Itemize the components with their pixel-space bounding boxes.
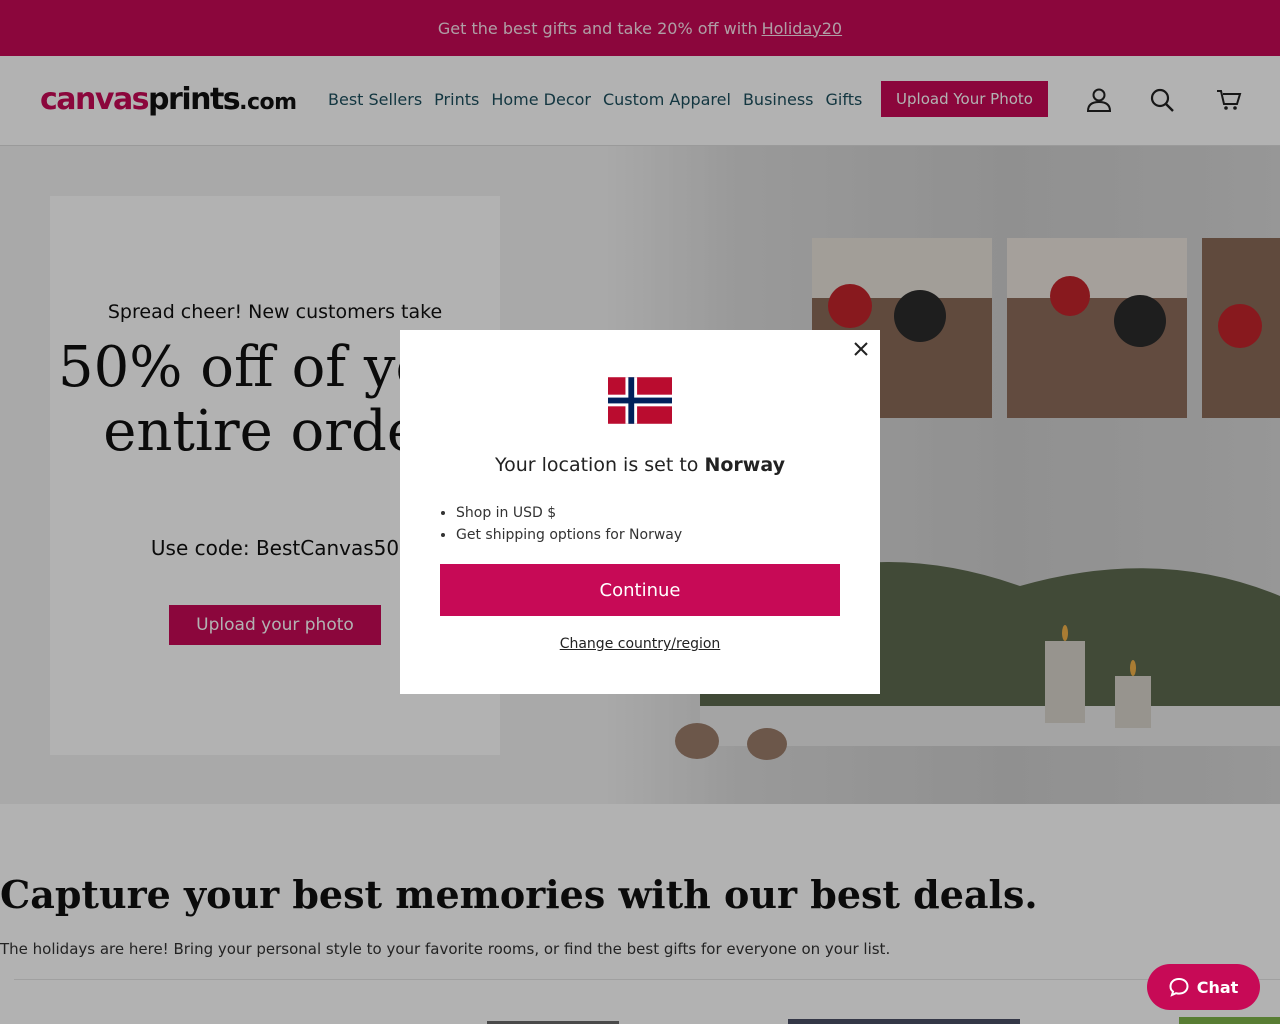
benefit-currency: Shop in USD $ [456,502,682,524]
chat-button[interactable]: Chat [1147,964,1260,1010]
norway-flag-icon [608,377,672,424]
chat-label: Chat [1196,977,1239,997]
location-message: Your location is set to Norway [400,454,880,476]
benefit-shipping: Get shipping options for Norway [456,524,682,546]
continue-button[interactable]: Continue [440,564,840,616]
location-prefix: Your location is set to [495,454,699,476]
change-country-link[interactable]: Change country/region [400,636,880,652]
location-modal: Your location is set to Norway Shop in U… [400,330,880,694]
close-icon[interactable] [850,338,872,360]
chat-bubble-icon [1169,977,1189,997]
location-country: Norway [704,454,785,476]
location-benefits-list: Shop in USD $ Get shipping options for N… [456,502,682,546]
